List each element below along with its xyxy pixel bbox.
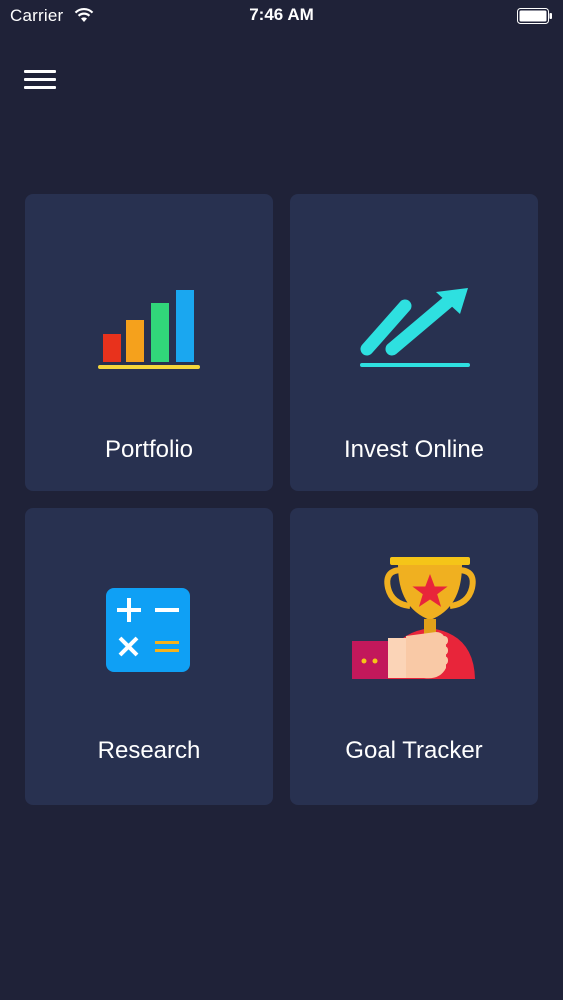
tile-research-label: Research xyxy=(97,737,201,764)
tile-invest-online[interactable]: Invest Online xyxy=(290,194,538,491)
bar-chart-icon xyxy=(98,290,200,369)
tile-portfolio[interactable]: Portfolio xyxy=(25,194,273,491)
tile-goal-tracker-label: Goal Tracker xyxy=(345,737,483,764)
tile-portfolio-label: Portfolio xyxy=(104,436,194,463)
tile-research[interactable]: Research xyxy=(25,508,273,805)
calculator-icon xyxy=(106,588,190,672)
hamburger-menu-button[interactable] xyxy=(24,70,56,92)
status-time: 7:46 AM xyxy=(249,5,314,24)
trend-arrow-icon xyxy=(360,288,470,367)
tile-goal-tracker[interactable]: Goal Tracker xyxy=(290,508,538,805)
battery-icon xyxy=(517,8,552,24)
tile-invest-online-label: Invest Online xyxy=(343,436,485,463)
trophy-icon xyxy=(352,557,476,679)
status-bar: Carrier 7:46 AM xyxy=(0,0,563,32)
hamburger-menu-icon xyxy=(24,70,56,73)
